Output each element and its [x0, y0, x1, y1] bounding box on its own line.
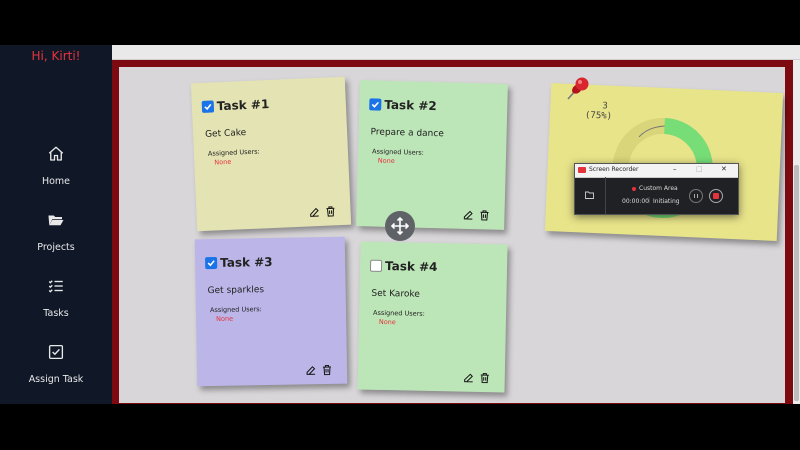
trash-icon[interactable]: [324, 202, 337, 217]
task-card[interactable]: Task #4 Set Karoke Assigned Users: None: [357, 241, 508, 393]
assigned-users-value: None: [214, 157, 232, 167]
task-description: Get Cake: [204, 128, 247, 140]
task-title: Task #4: [384, 258, 438, 275]
task-header: Task #2: [369, 97, 437, 113]
task-checkbox[interactable]: [201, 100, 215, 113]
recorder-status: Initiating: [653, 198, 680, 205]
edit-icon[interactable]: [462, 206, 474, 220]
checkmark-icon: [371, 101, 379, 108]
nav-home-label: Home: [41, 176, 71, 187]
nav-projects[interactable]: Projects: [0, 211, 112, 254]
minimize-icon[interactable]: –: [673, 165, 677, 173]
recorder-separator: |: [648, 197, 651, 204]
move-arrows-icon: [390, 216, 410, 236]
completed-percent: (75%): [584, 110, 613, 122]
assigned-users-value: None: [216, 314, 234, 323]
screen-recorder-titlebar: Screen Recorder – □ ✕: [575, 164, 738, 178]
task-description: Set Karoke: [371, 288, 420, 300]
task-title: Task #3: [220, 254, 273, 270]
move-handle[interactable]: [385, 211, 415, 241]
list-icon: [48, 280, 63, 293]
nav-assign-task-label: Assign Task: [28, 374, 84, 385]
recorder-mode[interactable]: Custom Area: [639, 185, 678, 192]
nav-projects-label: Projects: [37, 242, 75, 253]
assigned-users-value: None: [377, 156, 395, 166]
task-header: Task #3: [205, 255, 273, 270]
edit-icon[interactable]: [308, 203, 321, 217]
trash-icon[interactable]: [321, 361, 333, 376]
recorder-title: Screen Recorder: [589, 166, 639, 173]
folder-icon[interactable]: [585, 191, 594, 199]
screen-recorder-window: Screen Recorder – □ ✕ Custom Area 00:00:…: [574, 163, 739, 215]
nav-assign-task[interactable]: Assign Task: [0, 343, 112, 386]
progress-note: 3 (75%): [544, 83, 784, 241]
task-description: Prepare a dance: [370, 127, 444, 140]
scrollbar-thumb[interactable]: [794, 165, 799, 401]
recorder-left-panel: [575, 177, 606, 214]
record-dot-icon: [632, 187, 636, 191]
assigned-users-label: Assigned Users:: [207, 147, 260, 158]
nav-tasks[interactable]: Tasks: [0, 277, 112, 320]
close-icon[interactable]: ✕: [721, 165, 727, 173]
assigned-users-label: Assigned Users:: [371, 147, 425, 157]
recorder-logo-icon: [578, 167, 586, 173]
task-actions: [308, 202, 337, 217]
task-actions: [463, 369, 491, 384]
edit-icon[interactable]: [305, 361, 317, 375]
pushpin-icon: [567, 77, 589, 100]
task-title: Task #1: [216, 97, 270, 114]
task-actions: [462, 206, 490, 221]
task-card[interactable]: Task #2 Prepare a dance Assigned Users: …: [356, 80, 508, 230]
task-title: Task #2: [384, 97, 437, 114]
completed-count: 3: [602, 101, 609, 112]
app-window: Hi, Kirti! Home Projects Tasks Assign Ta…: [0, 0, 800, 450]
task-actions: [305, 361, 333, 376]
assigned-users-label: Assigned Users:: [209, 305, 262, 315]
edit-icon[interactable]: [463, 369, 475, 383]
task-header: Task #1: [201, 97, 270, 114]
task-card[interactable]: Task #3 Get sparkles Assigned Users: Non…: [194, 236, 348, 387]
trash-icon[interactable]: [479, 369, 491, 384]
folder-open-icon: [48, 215, 64, 226]
checkmark-icon: [204, 103, 212, 111]
task-card[interactable]: Task #1 Get Cake Assigned Users: None: [190, 76, 352, 232]
task-description: Get sparkles: [207, 285, 265, 297]
task-checkbox[interactable]: [205, 256, 218, 270]
maximize-icon[interactable]: □: [696, 165, 703, 173]
assigned-users-label: Assigned Users:: [372, 308, 426, 318]
stop-icon: [713, 193, 719, 199]
nav-home[interactable]: Home: [0, 145, 112, 188]
checkmark-icon: [207, 260, 215, 267]
top-bar: [112, 45, 800, 60]
home-icon: [48, 146, 64, 161]
recorder-timer: 00:00:00: [622, 198, 649, 205]
nav-tasks-label: Tasks: [43, 308, 69, 319]
pause-button[interactable]: [689, 189, 703, 203]
assigned-users-value: None: [378, 317, 396, 327]
check-square-icon: [48, 344, 64, 360]
task-header: Task #4: [369, 258, 438, 275]
stop-button[interactable]: [709, 189, 723, 203]
task-checkbox[interactable]: [369, 259, 383, 272]
user-greeting: Hi, Kirti!: [31, 49, 81, 63]
task-checkbox[interactable]: [369, 98, 382, 111]
trash-icon[interactable]: [478, 206, 490, 221]
